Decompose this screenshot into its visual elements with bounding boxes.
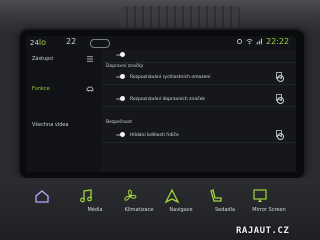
nav-item-functions[interactable]: Funkce <box>32 86 50 92</box>
toggle-switch[interactable] <box>116 96 125 101</box>
mirror-screen-label: Mirror Screen <box>252 207 286 213</box>
seats-button[interactable]: Sedadla <box>206 186 244 220</box>
menu-icon[interactable] <box>86 56 94 62</box>
function-list: Dopravní značky Rozpoznávání rychlostníc… <box>102 50 296 172</box>
media-label: Média <box>87 207 103 213</box>
clock: 22:22 <box>266 37 290 46</box>
auto-climate-icon[interactable] <box>90 39 110 48</box>
status-bar: 24lo 22 22:22 <box>26 36 296 50</box>
bookmark-icon[interactable] <box>276 130 282 137</box>
home-button[interactable] <box>32 186 70 220</box>
climate-label: Klimatizace <box>124 207 154 213</box>
temp-left-value: 24 <box>30 39 39 47</box>
seat-icon <box>210 189 222 202</box>
infotainment-screen: 24lo 22 22:22 Zástupci Funkce Všechna vi <box>26 36 296 172</box>
wifi-icon <box>246 39 253 45</box>
temp-right[interactable]: 22 <box>66 37 76 46</box>
toggle-switch[interactable] <box>116 52 125 57</box>
dashboard-vent <box>0 0 320 34</box>
section-heading: Bezpečnost <box>106 120 133 125</box>
toggle-switch[interactable] <box>116 74 125 79</box>
fan-icon <box>124 189 137 201</box>
list-item[interactable]: Rozpoznávání dopravních značek i <box>102 94 296 107</box>
home-icon <box>35 190 49 203</box>
list-item-partial[interactable] <box>102 50 296 63</box>
settings-icon[interactable] <box>236 38 243 45</box>
navigation-label: Navigace <box>169 207 193 213</box>
media-button[interactable]: Média <box>76 186 114 220</box>
car-icon[interactable] <box>86 86 94 92</box>
navigation-arrow-icon <box>164 188 180 204</box>
section-heading: Dopravní značky <box>106 64 144 69</box>
navigation-button[interactable]: Navigace <box>162 186 200 220</box>
bookmark-icon[interactable] <box>276 94 282 101</box>
mirror-screen-button[interactable]: Mirror Screen <box>250 186 288 220</box>
nav-item-all-videos[interactable]: Všechna videa <box>32 122 69 128</box>
list-item-label: Rozpoznávání rychlostních omezení <box>130 75 211 80</box>
sidebar-nav: Zástupci Funkce Všechna videa <box>26 50 100 172</box>
signal-icon <box>256 38 262 45</box>
seats-label: Sedadla <box>214 207 236 213</box>
list-item-label: Rozpoznávání dopravních značek <box>130 97 205 102</box>
list-item-label: Hlídání bdělosti řidiče <box>130 133 179 138</box>
fan-level: lo <box>38 38 47 47</box>
watermark: RAJAUT.CZ <box>236 226 290 236</box>
music-note-icon <box>80 189 92 203</box>
toggle-switch[interactable] <box>116 132 125 137</box>
nav-item-shortcuts[interactable]: Zástupci <box>32 56 54 62</box>
climate-button[interactable]: Klimatizace <box>120 186 158 220</box>
mirror-screen-icon <box>253 189 267 202</box>
temp-left[interactable]: 24lo <box>30 38 46 47</box>
list-item[interactable]: Hlídání bdělosti řidiče i <box>102 130 296 143</box>
bookmark-icon[interactable] <box>276 72 282 79</box>
list-item[interactable]: Rozpoznávání rychlostních omezení i <box>102 72 296 85</box>
